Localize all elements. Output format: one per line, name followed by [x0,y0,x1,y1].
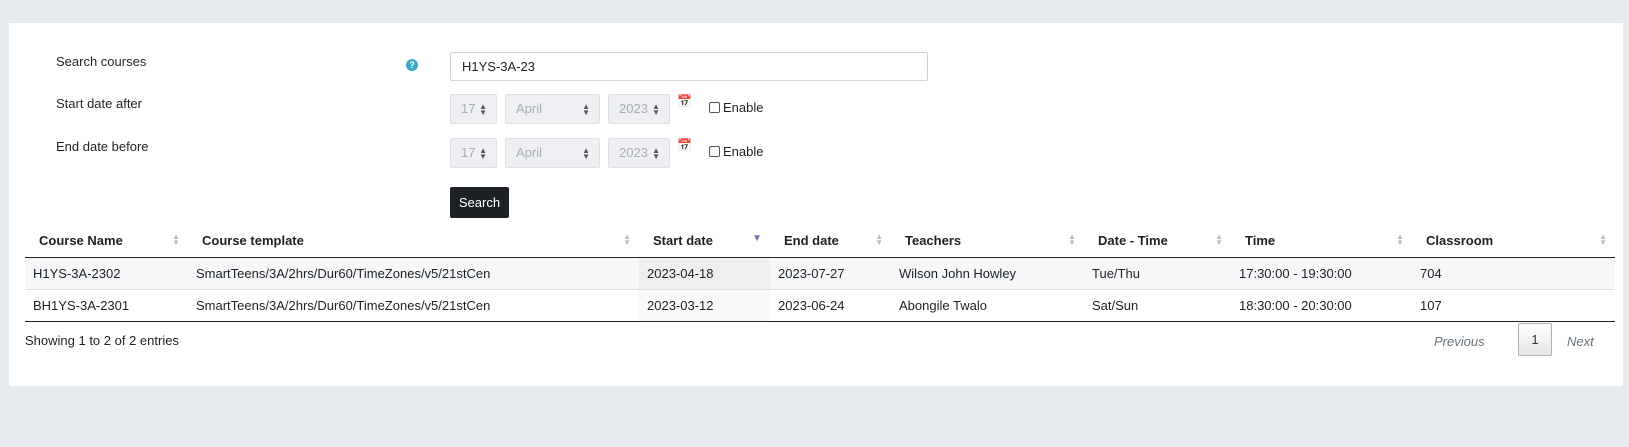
end-enable-checkbox[interactable] [709,146,720,157]
sort-icon: ▲ ▼ [1068,232,1076,247]
cell-end-date: 2023-06-24 [770,289,891,322]
pagination-next[interactable]: Next [1567,334,1594,349]
cell-teachers: Wilson John Howley [891,257,1084,290]
select-arrows-icon: ▲ ▼ [652,102,660,117]
column-header-course-name[interactable]: Course Name ▲ ▼ [25,224,188,258]
sort-icon: ▲ ▼ [623,232,631,247]
search-courses-label: Search courses [56,54,147,69]
table-header-row: Course Name ▲ ▼ Course template ▲ ▼ Start da… [25,224,1615,258]
sort-icon: ▲ ▼ [172,232,180,247]
column-header-course-template[interactable]: Course template ▲ ▼ [188,224,639,258]
pagination-previous[interactable]: Previous [1434,334,1485,349]
courses-table: Course Name ▲ ▼ Course template ▲ ▼ Start da… [25,224,1615,322]
start-month-select[interactable]: April ▲ ▼ [505,94,600,124]
cell-course-name: BH1YS-3A-2301 [25,289,188,322]
table-row[interactable]: H1YS-3A-2302 SmartTeens/3A/2hrs/Dur60/Ti… [25,257,1615,290]
entries-info: Showing 1 to 2 of 2 entries [25,333,179,348]
select-arrows-icon: ▲ ▼ [582,102,590,117]
sort-icon: ▲ ▼ [1396,232,1404,247]
column-header-teachers[interactable]: Teachers ▲ ▼ [891,224,1084,258]
end-year-select[interactable]: 2023 ▲ ▼ [608,138,670,168]
search-input[interactable]: H1YS-3A-23 [450,52,928,81]
cell-teachers: Abongile Twalo [891,289,1084,322]
column-header-date-time[interactable]: Date - Time ▲ ▼ [1084,224,1231,258]
sort-icon: ▲ ▼ [1599,232,1607,247]
column-header-classroom[interactable]: Classroom ▲ ▼ [1412,224,1615,258]
cell-classroom: 704 [1412,257,1615,290]
start-date-label: Start date after [56,96,142,111]
start-day-select[interactable]: 17 ▲ ▼ [450,94,497,124]
start-year-select[interactable]: 2023 ▲ ▼ [608,94,670,124]
select-arrows-icon: ▲ ▼ [582,146,590,161]
column-header-time[interactable]: Time ▲ ▼ [1231,224,1412,258]
end-month-select[interactable]: April ▲ ▼ [505,138,600,168]
cell-time: 18:30:00 - 20:30:00 [1231,289,1412,322]
cell-course-name: H1YS-3A-2302 [25,257,188,290]
help-icon[interactable]: ? [406,59,418,71]
end-date-label: End date before [56,139,149,154]
course-search-panel: Search courses ? H1YS-3A-23 Start date a… [9,23,1623,386]
sort-icon: ▲ ▼ [875,232,883,247]
column-header-start-date[interactable]: Start date ▼ [639,224,770,258]
table-row[interactable]: BH1YS-3A-2301 SmartTeens/3A/2hrs/Dur60/T… [25,289,1615,322]
select-arrows-icon: ▲ ▼ [652,146,660,161]
end-day-select[interactable]: 17 ▲ ▼ [450,138,497,168]
sort-desc-icon: ▼ [752,233,762,244]
cell-start-date: 2023-03-12 [639,289,770,322]
cell-date-time: Tue/Thu [1084,257,1231,290]
cell-date-time: Sat/Sun [1084,289,1231,322]
start-enable-checkbox[interactable] [709,102,720,113]
sort-icon: ▲ ▼ [1215,232,1223,247]
start-enable-label: Enable [723,100,764,115]
search-button[interactable]: Search [450,187,509,218]
calendar-icon[interactable]: 📅 [677,94,692,108]
cell-end-date: 2023-07-27 [770,257,891,290]
column-header-end-date[interactable]: End date ▲ ▼ [770,224,891,258]
cell-start-date: 2023-04-18 [639,257,770,290]
end-enable-label: Enable [723,144,764,159]
pagination-page-1[interactable]: 1 [1518,323,1552,356]
select-arrows-icon: ▲ ▼ [479,102,487,117]
calendar-icon[interactable]: 📅 [677,138,692,152]
cell-course-template: SmartTeens/3A/2hrs/Dur60/TimeZones/v5/21… [188,289,639,322]
cell-course-template: SmartTeens/3A/2hrs/Dur60/TimeZones/v5/21… [188,257,639,290]
cell-classroom: 107 [1412,289,1615,322]
select-arrows-icon: ▲ ▼ [479,146,487,161]
cell-time: 17:30:00 - 19:30:00 [1231,257,1412,290]
